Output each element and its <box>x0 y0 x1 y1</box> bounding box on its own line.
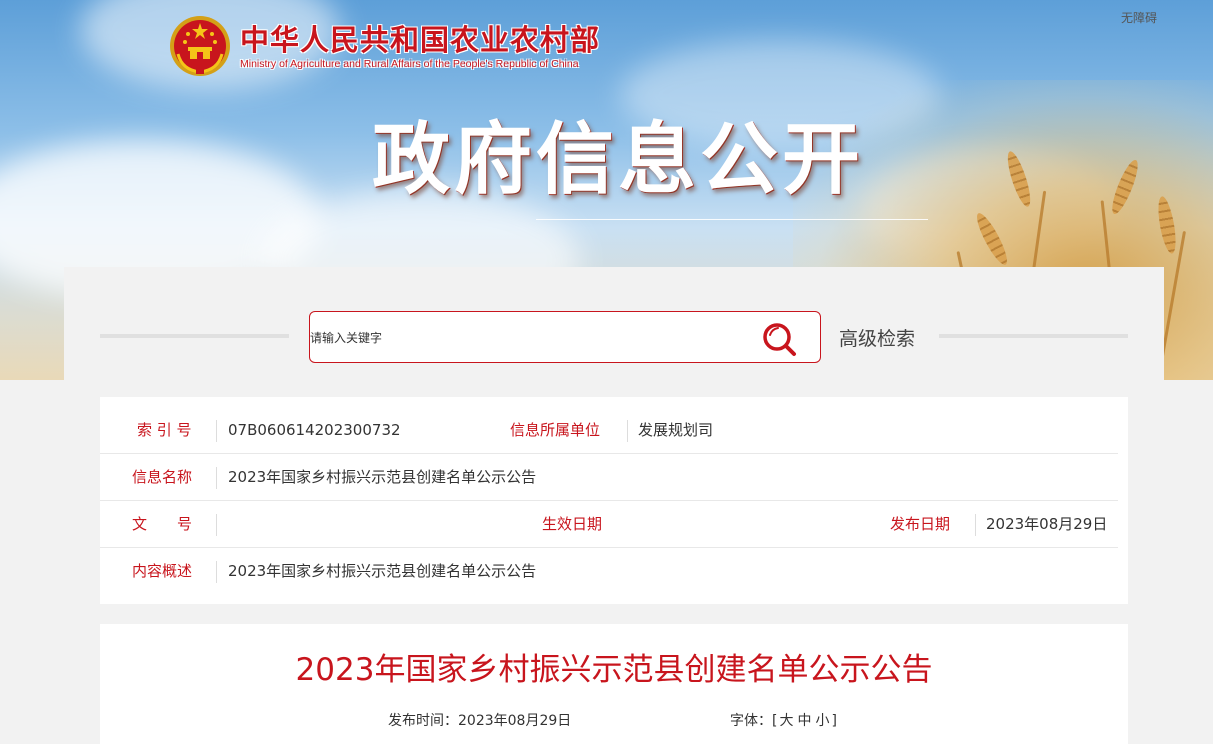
summary-value: 2023年国家乡村振兴示范县创建名单公示公告 <box>228 562 537 580</box>
index-label: 索 引 号 <box>137 421 192 439</box>
publish-time: 发布时间：2023年08月29日 <box>388 710 571 730</box>
font-size-control: 字体：[大中小] <box>730 710 837 730</box>
divider <box>216 420 217 442</box>
unit-value: 发展规划司 <box>638 421 714 439</box>
title-divider <box>536 219 928 220</box>
publish-date-value: 2023年08月29日 <box>986 515 1108 533</box>
effective-date-label: 生效日期 <box>542 515 603 533</box>
name-value: 2023年国家乡村振兴示范县创建名单公示公告 <box>228 468 537 486</box>
info-table: 索 引 号 07B060614202300732 信息所属单位 发展规划司 信息… <box>100 397 1128 604</box>
table-row: 内容概述 2023年国家乡村振兴示范县创建名单公示公告 <box>100 548 1118 595</box>
font-size-close: ] <box>831 713 837 729</box>
publish-time-value: 2023年08月29日 <box>458 713 572 729</box>
site-logo[interactable]: 中华人民共和国农业农村部 Ministry of Agriculture and… <box>168 14 600 78</box>
font-large-button[interactable]: 大 <box>777 713 795 729</box>
article-title: 2023年国家乡村振兴示范县创建名单公示公告 <box>295 652 933 688</box>
font-small-button[interactable]: 小 <box>813 713 831 729</box>
article-section: 2023年国家乡村振兴示范县创建名单公示公告 发布时间：2023年08月29日 … <box>100 624 1128 744</box>
font-size-label: 字体：[ <box>730 713 778 729</box>
national-emblem-icon <box>168 14 232 78</box>
divider <box>627 420 628 442</box>
font-medium-button[interactable]: 中 <box>795 713 813 729</box>
page-title: 政府信息公开 <box>372 115 865 205</box>
search-divider-left <box>100 334 289 338</box>
divider <box>975 514 976 536</box>
divider <box>216 561 217 583</box>
publish-date-label: 发布日期 <box>890 515 951 533</box>
divider <box>216 467 217 489</box>
table-row: 索 引 号 07B060614202300732 信息所属单位 发展规划司 <box>100 407 1118 454</box>
search-icon[interactable] <box>759 320 799 358</box>
accessibility-link[interactable]: 无障碍 <box>1121 9 1157 26</box>
logo-title-en: Ministry of Agriculture and Rural Affair… <box>240 58 579 70</box>
logo-title-cn: 中华人民共和国农业农村部 <box>240 23 601 57</box>
search-box <box>309 311 821 363</box>
divider <box>216 514 217 536</box>
publish-time-label: 发布时间： <box>388 713 458 729</box>
search-divider-right <box>939 334 1128 338</box>
unit-label: 信息所属单位 <box>510 421 601 439</box>
search-bar: 高级检索 <box>100 311 1128 363</box>
summary-label: 内容概述 <box>132 562 193 580</box>
doc-number-label: 文 号 <box>132 515 193 533</box>
index-value: 07B060614202300732 <box>228 421 401 439</box>
search-input[interactable] <box>310 326 750 350</box>
table-row: 文 号 生效日期 发布日期 2023年08月29日 <box>100 501 1118 548</box>
advanced-search-link[interactable]: 高级检索 <box>839 324 915 351</box>
name-label: 信息名称 <box>132 468 193 486</box>
table-row: 信息名称 2023年国家乡村振兴示范县创建名单公示公告 <box>100 454 1118 501</box>
